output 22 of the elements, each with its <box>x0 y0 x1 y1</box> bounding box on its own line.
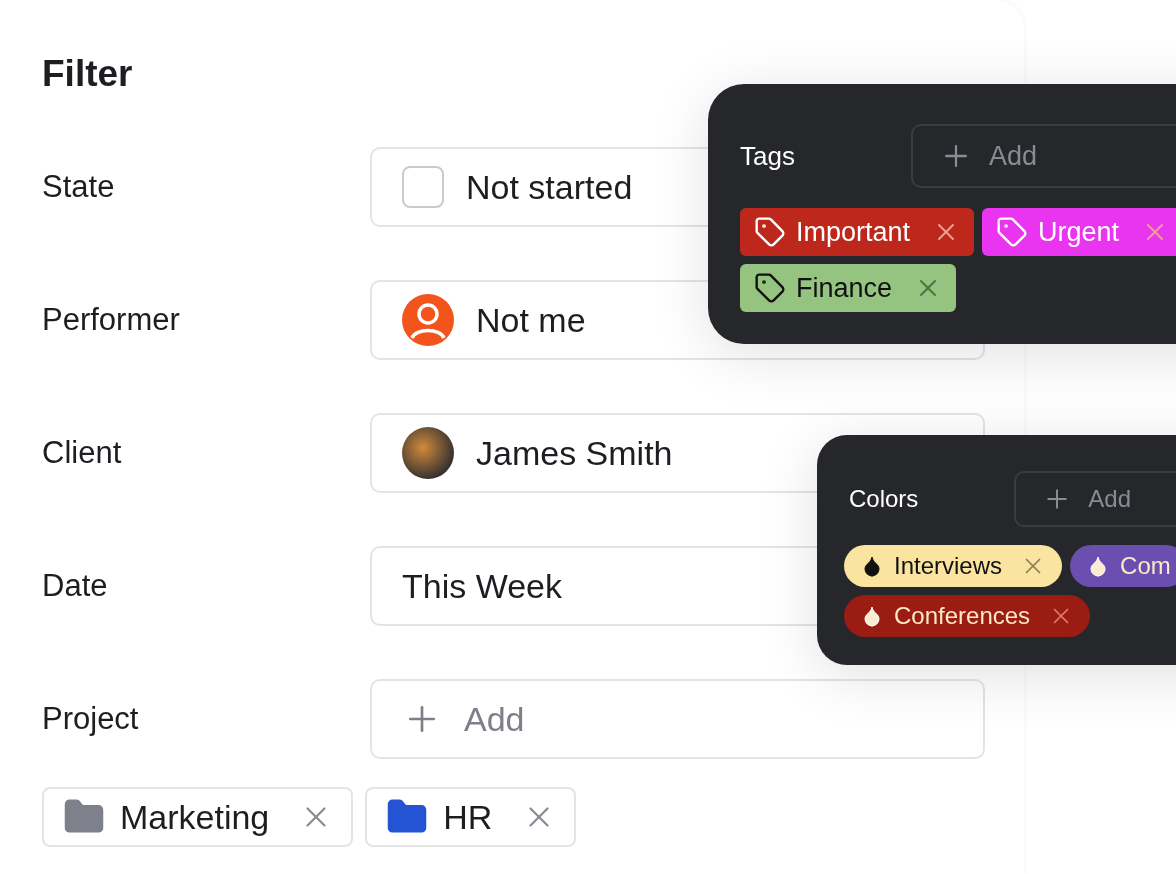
tag-icon <box>754 216 786 248</box>
color-chip[interactable]: Conferences <box>844 595 1091 637</box>
field-label: State <box>42 168 116 206</box>
checkbox[interactable] <box>402 166 444 208</box>
project-chip[interactable]: HR <box>365 787 577 847</box>
field-label: Client <box>42 434 123 472</box>
field-label: Project <box>42 700 140 738</box>
field-label: Performer <box>42 301 181 339</box>
filter-title: Filter <box>42 52 134 96</box>
add-field[interactable]: Add <box>1014 471 1176 527</box>
color-chip[interactable]: Com <box>1070 545 1176 587</box>
add-field[interactable]: Add <box>910 124 1176 188</box>
add-field[interactable]: Add <box>370 679 985 759</box>
tag-chip[interactable]: Important <box>740 208 975 256</box>
field-label: Date <box>42 567 109 605</box>
tag-icon <box>754 272 786 304</box>
tag-chip[interactable]: Finance <box>740 264 957 312</box>
tag-icon <box>996 216 1029 248</box>
avatar-photo <box>402 427 454 479</box>
color-chip[interactable]: Interviews <box>844 545 1063 587</box>
project-chip[interactable]: Marketing <box>42 787 354 847</box>
user-icon <box>402 294 454 346</box>
